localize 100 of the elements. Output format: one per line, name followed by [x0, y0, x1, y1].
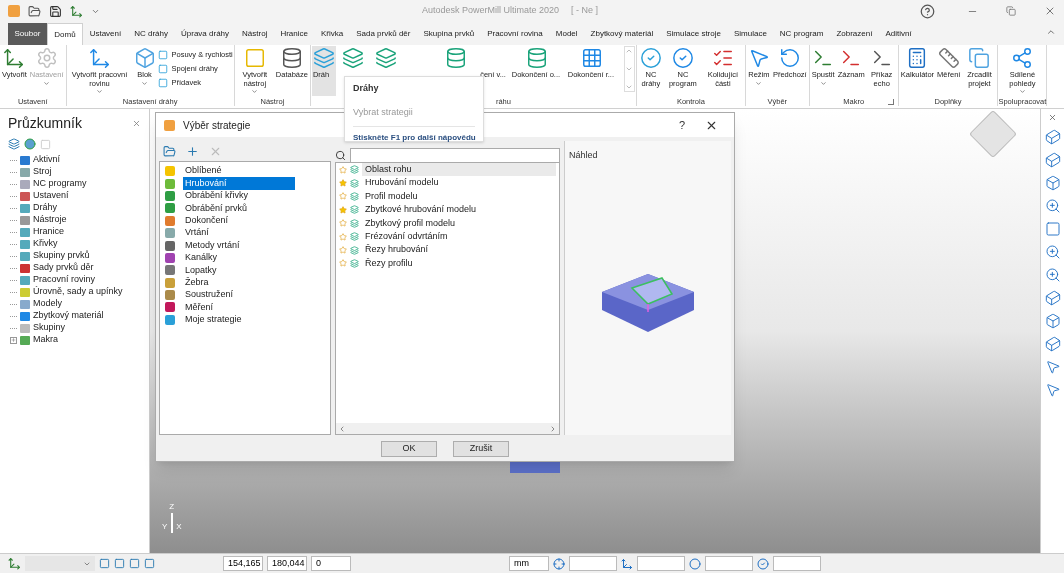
- scroll-right-icon[interactable]: [549, 424, 557, 433]
- dialog-button[interactable]: Zrušit: [453, 441, 509, 457]
- globe-icon[interactable]: [24, 138, 36, 150]
- collapse-ribbon-icon[interactable]: [1046, 27, 1056, 37]
- view-tool-icon[interactable]: [1044, 290, 1061, 306]
- ribbon-tab[interactable]: Skupina prvků: [416, 23, 481, 45]
- ribbon-tab[interactable]: Domů: [46, 23, 84, 45]
- strategy-item[interactable]: Řezy hrubování: [362, 243, 556, 257]
- favorite-star-icon[interactable]: [339, 246, 347, 255]
- category-item[interactable]: Vrtání: [183, 226, 295, 240]
- launcher-icon[interactable]: [887, 99, 894, 106]
- tree-item[interactable]: Pracovní roviny: [33, 273, 96, 287]
- category-item[interactable]: Hrubování: [183, 176, 295, 191]
- ribbon-tab[interactable]: Nástroj: [235, 23, 274, 45]
- category-item[interactable]: Dokončení: [183, 214, 295, 228]
- status-tool-icon[interactable]: [621, 557, 633, 570]
- status-tool-icon[interactable]: [757, 557, 769, 570]
- category-item[interactable]: Žebra: [183, 275, 295, 290]
- tree-item[interactable]: Aktivní: [33, 153, 60, 167]
- tree-item[interactable]: Sady prvků děr: [33, 261, 94, 275]
- open-folder-icon[interactable]: [163, 144, 176, 158]
- favorite-star-icon[interactable]: [339, 192, 347, 201]
- value-field[interactable]: [705, 556, 753, 571]
- gallery-scrollbar[interactable]: [623, 46, 635, 92]
- strategy-item[interactable]: Frézování odvrtáním: [362, 229, 556, 244]
- status-tool-icon[interactable]: [553, 557, 565, 570]
- ribbon-tab[interactable]: Pracovní rovina: [480, 23, 550, 45]
- tree-item[interactable]: Nástroje: [33, 213, 67, 227]
- favorite-star-icon[interactable]: [339, 179, 347, 188]
- view-tool-icon[interactable]: [1044, 175, 1061, 191]
- category-item[interactable]: Lopatky: [183, 263, 295, 278]
- scroll-left-icon[interactable]: [338, 424, 346, 433]
- ribbon-tab[interactable]: Zbytkový materiál: [584, 23, 660, 45]
- ribbon-tab[interactable]: Model: [549, 23, 585, 45]
- favorite-star-icon[interactable]: [339, 219, 347, 228]
- expand-box-icon[interactable]: [10, 336, 17, 344]
- ribbon-tab[interactable]: Aditivní: [878, 23, 919, 45]
- favorite-star-icon[interactable]: [339, 205, 347, 214]
- view-tool-icon[interactable]: [1044, 313, 1061, 329]
- help-icon[interactable]: [920, 3, 935, 19]
- open-folder-icon[interactable]: [28, 4, 41, 18]
- tree-item[interactable]: Skupiny prvků: [33, 249, 90, 263]
- axes-icon[interactable]: [70, 4, 83, 18]
- ribbon-tab[interactable]: Hranice: [273, 23, 315, 45]
- help-button[interactable]: ?: [667, 116, 697, 134]
- ribbon-tab[interactable]: Ustavení: [83, 23, 128, 45]
- ribbon-tab[interactable]: Simulace: [727, 23, 774, 45]
- ribbon-tab[interactable]: Úprava dráhy: [174, 23, 236, 45]
- tree-item[interactable]: NC programy: [33, 177, 87, 191]
- ribbon-tab[interactable]: Simulace stroje: [659, 23, 728, 45]
- tree-item[interactable]: Dráhy: [33, 201, 57, 215]
- category-item[interactable]: Obrábění prvků: [183, 201, 295, 216]
- category-item[interactable]: Kanálky: [183, 251, 295, 265]
- ribbon-tab[interactable]: Sada prvků děr: [349, 23, 417, 45]
- tree-item[interactable]: Úrovně, sady a upínky: [33, 285, 123, 299]
- strategy-item[interactable]: Oblast rohu: [362, 162, 556, 177]
- tree-item[interactable]: Skupiny: [33, 321, 66, 335]
- horizontal-scrollbar[interactable]: [336, 423, 559, 434]
- status-tool-icon[interactable]: [144, 558, 155, 569]
- ribbon-tab[interactable]: NC dráhy: [127, 23, 175, 45]
- favorite-star-icon[interactable]: [339, 259, 347, 268]
- category-item[interactable]: Soustružení: [183, 288, 295, 302]
- status-tool-icon[interactable]: [99, 558, 110, 569]
- value-field[interactable]: [773, 556, 821, 571]
- favorite-star-icon[interactable]: [339, 165, 347, 174]
- axes-icon[interactable]: [8, 557, 21, 570]
- coordinate-field[interactable]: 154,165: [223, 556, 263, 571]
- ribbon-tab[interactable]: Zobrazení: [829, 23, 879, 45]
- scroll-down-icon[interactable]: [625, 65, 634, 73]
- ribbon-tab[interactable]: NC program: [773, 23, 830, 45]
- restore-icon[interactable]: [1006, 6, 1016, 16]
- category-item[interactable]: Moje strategie: [183, 313, 295, 327]
- tree-item[interactable]: Zbytkový materiál: [33, 309, 104, 323]
- strategy-item[interactable]: Hrubování modelu: [362, 176, 556, 190]
- view-tool-icon[interactable]: [1044, 221, 1061, 237]
- strategy-item[interactable]: Řezy profilu: [362, 256, 556, 271]
- tree-item[interactable]: Stroj: [33, 165, 52, 179]
- tree-view-icon[interactable]: [8, 138, 20, 150]
- view-tool-icon[interactable]: [1044, 129, 1061, 145]
- ribbon-tab[interactable]: Křivka: [314, 23, 350, 45]
- unit-field[interactable]: mm: [509, 556, 549, 571]
- status-tool-icon[interactable]: [689, 557, 701, 570]
- tree-item[interactable]: Makra: [33, 333, 58, 347]
- view-tool-icon[interactable]: [1044, 267, 1061, 283]
- add-icon[interactable]: [186, 144, 199, 158]
- value-field[interactable]: [637, 556, 685, 571]
- status-tool-icon[interactable]: [114, 558, 125, 569]
- expand-gallery-icon[interactable]: [625, 83, 634, 91]
- view-tool-icon[interactable]: [1044, 382, 1061, 398]
- view-tool-icon[interactable]: [1044, 359, 1061, 375]
- save-icon[interactable]: [49, 4, 62, 18]
- coordinate-field[interactable]: 180,044: [267, 556, 307, 571]
- strategy-item[interactable]: Profil modelu: [362, 189, 556, 204]
- tree-item[interactable]: Ustavení: [33, 189, 69, 203]
- category-item[interactable]: Metody vrtání: [183, 238, 295, 253]
- search-field[interactable]: [350, 147, 560, 163]
- tree-item[interactable]: Hranice: [33, 225, 64, 239]
- favorite-star-icon[interactable]: [339, 232, 347, 241]
- view-tool-icon[interactable]: [1044, 244, 1061, 260]
- tree-item[interactable]: Modely: [33, 297, 62, 311]
